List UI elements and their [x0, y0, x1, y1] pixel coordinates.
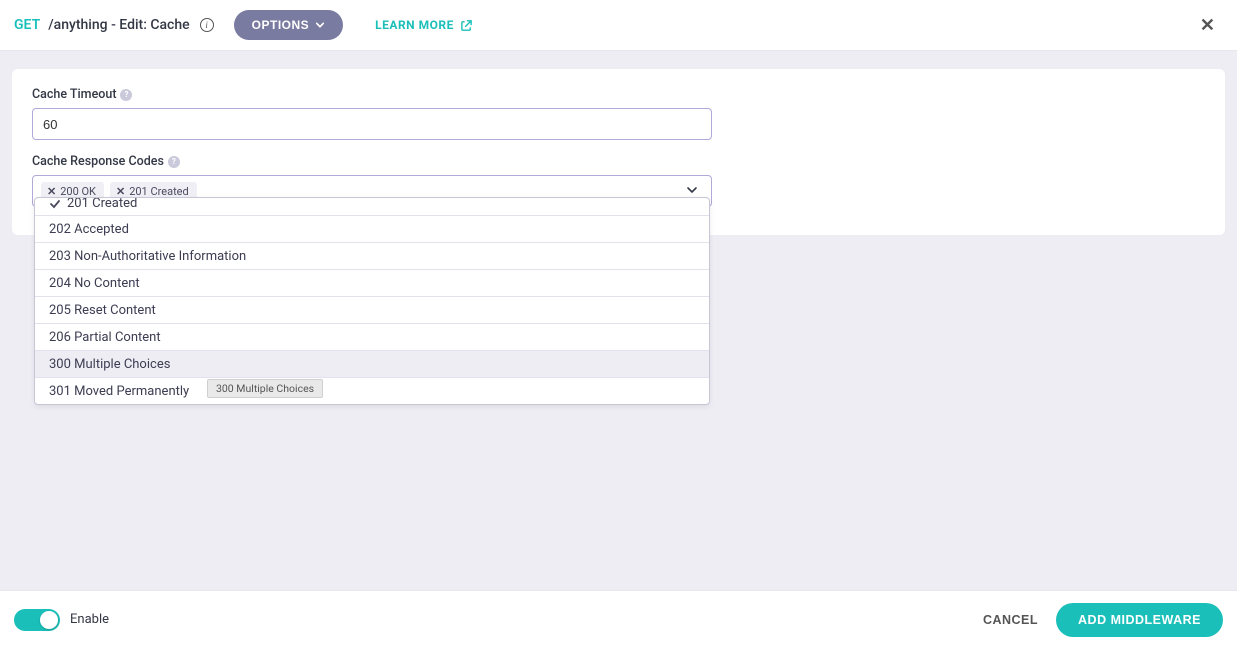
- chip-remove-icon[interactable]: ✕: [47, 185, 56, 198]
- option-label: 201 Created: [67, 198, 137, 211]
- response-codes-dropdown: 201 Created 202 Accepted 203 Non-Authori…: [34, 197, 710, 405]
- cancel-button[interactable]: CANCEL: [965, 603, 1056, 637]
- close-button[interactable]: ✕: [1192, 11, 1223, 40]
- chip-label: 200 OK: [60, 185, 96, 198]
- external-link-icon: [460, 19, 473, 32]
- option-label: 204 No Content: [49, 276, 140, 291]
- check-icon: [49, 198, 61, 210]
- cache-timeout-label: Cache Timeout ?: [32, 87, 1205, 102]
- option-300-multiple-choices[interactable]: 300 Multiple Choices: [35, 350, 709, 377]
- help-icon[interactable]: ?: [120, 89, 132, 101]
- info-icon[interactable]: i: [200, 18, 214, 32]
- enable-toggle[interactable]: [14, 609, 60, 631]
- option-204-no-content[interactable]: 204 No Content: [35, 269, 709, 296]
- chevron-down-icon: [315, 20, 325, 30]
- options-label: OPTIONS: [252, 18, 310, 32]
- option-label: 203 Non-Authoritative Information: [49, 249, 246, 264]
- learn-more-label: LEARN MORE: [375, 18, 454, 32]
- chip-remove-icon[interactable]: ✕: [116, 185, 125, 198]
- option-301-moved-permanently[interactable]: 301 Moved Permanently: [35, 377, 709, 404]
- toggle-knob: [40, 611, 58, 629]
- option-201-created[interactable]: 201 Created: [35, 198, 709, 215]
- option-203-nai[interactable]: 203 Non-Authoritative Information: [35, 242, 709, 269]
- help-icon[interactable]: ?: [168, 156, 180, 168]
- enable-label: Enable: [70, 612, 109, 627]
- option-202-accepted[interactable]: 202 Accepted: [35, 215, 709, 242]
- option-label: 205 Reset Content: [49, 303, 156, 318]
- option-205-reset-content[interactable]: 205 Reset Content: [35, 296, 709, 323]
- cache-response-codes-label-text: Cache Response Codes: [32, 154, 164, 169]
- hover-tooltip: 300 Multiple Choices: [207, 379, 323, 398]
- cache-timeout-label-text: Cache Timeout: [32, 87, 116, 102]
- option-label: 301 Moved Permanently: [49, 384, 189, 399]
- footer-bar: Enable CANCEL ADD MIDDLEWARE: [0, 590, 1237, 648]
- http-method: GET: [14, 17, 40, 33]
- learn-more-link[interactable]: LEARN MORE: [375, 18, 473, 32]
- cache-response-codes-label: Cache Response Codes ?: [32, 154, 1205, 169]
- header-bar: GET /anything - Edit: Cache i OPTIONS LE…: [0, 0, 1237, 51]
- chevron-down-icon: [685, 183, 699, 197]
- page-title: /anything - Edit: Cache: [48, 17, 189, 33]
- cache-timeout-input[interactable]: [32, 108, 712, 140]
- option-206-partial-content[interactable]: 206 Partial Content: [35, 323, 709, 350]
- options-button[interactable]: OPTIONS: [234, 10, 344, 40]
- chip-label: 201 Created: [129, 185, 189, 198]
- option-label: 300 Multiple Choices: [49, 357, 170, 372]
- add-middleware-button[interactable]: ADD MIDDLEWARE: [1056, 603, 1223, 637]
- option-label: 206 Partial Content: [49, 330, 161, 345]
- option-label: 202 Accepted: [49, 222, 129, 237]
